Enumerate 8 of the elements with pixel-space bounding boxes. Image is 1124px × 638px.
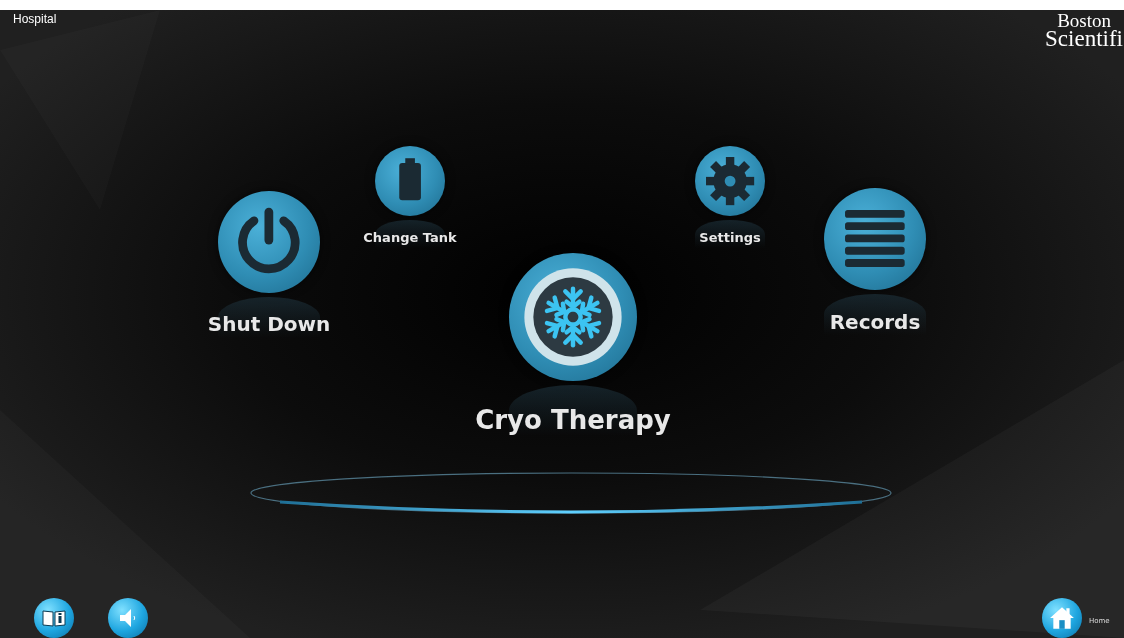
logo: Boston Scientifi (1045, 13, 1123, 49)
menu-label: Change Tank (363, 229, 457, 245)
menu-label: Settings (699, 229, 761, 245)
menu-label: Cryo Therapy (475, 405, 671, 435)
site-name: Hospital (13, 12, 57, 26)
home-icon (1049, 605, 1075, 631)
menu-label: Records (829, 310, 921, 334)
menu-label: Shut Down (207, 312, 331, 336)
